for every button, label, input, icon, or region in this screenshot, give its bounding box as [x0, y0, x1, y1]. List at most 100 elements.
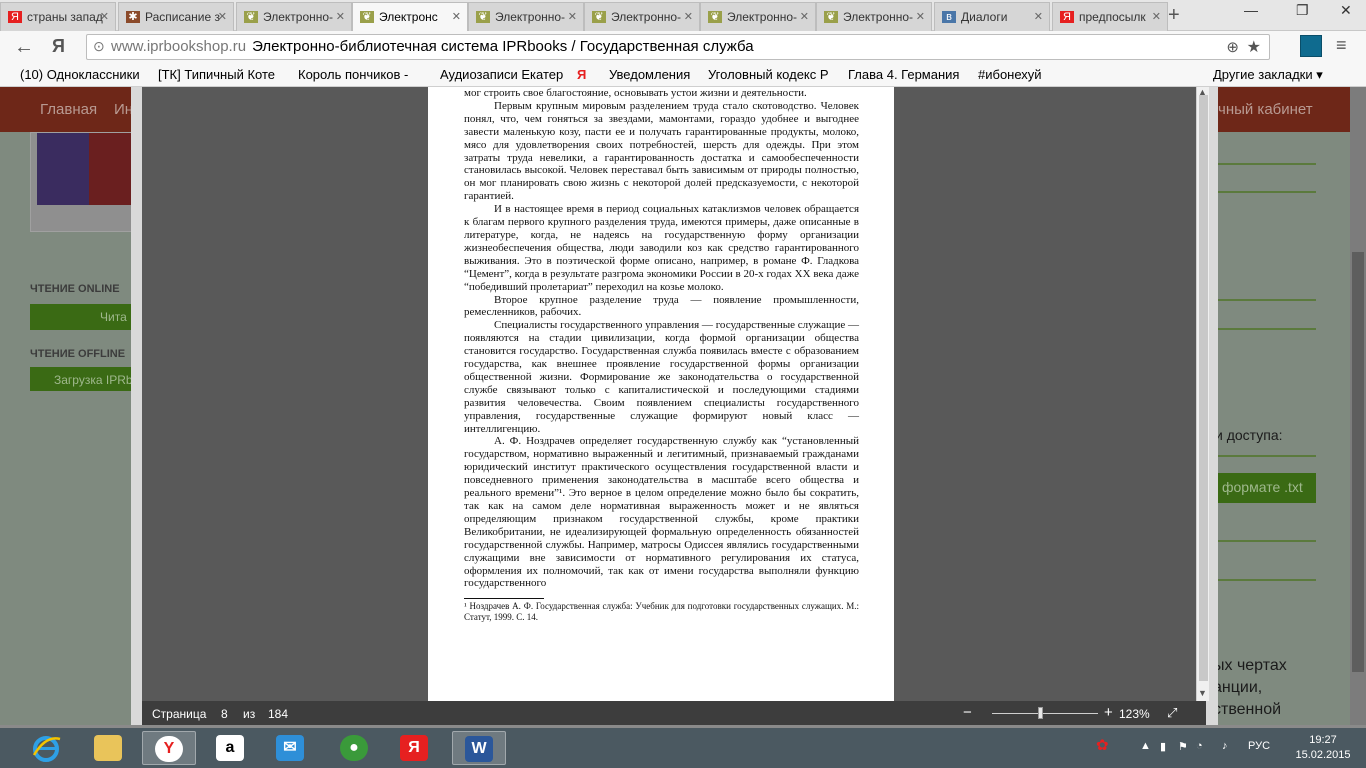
tab[interactable]: в Диалоги ✕	[934, 2, 1050, 31]
tab[interactable]: ❦ Электронно- ✕	[584, 2, 700, 31]
bookmark-item[interactable]: Уведомления	[609, 67, 690, 82]
tab-label: Электронно-	[495, 10, 566, 24]
yandex-logo-icon[interactable]: Я	[52, 36, 65, 57]
tab-favicon-icon: ❦	[824, 11, 838, 23]
scroll-thumb[interactable]	[1352, 252, 1364, 672]
page-number-input[interactable]: 8	[221, 707, 228, 721]
tab[interactable]: ❦ Электронно- ✕	[468, 2, 584, 31]
bookmark-item[interactable]: Король пончиков -	[298, 67, 408, 82]
chrome-icon: ●	[340, 735, 368, 761]
zoom-value: 123%	[1119, 707, 1150, 721]
tab[interactable]: Ястраны запад ✕	[0, 2, 116, 31]
yandex-icon: Я	[400, 735, 428, 761]
chrome-taskbar-button[interactable]: ●	[328, 731, 382, 765]
cover-image	[37, 133, 141, 205]
other-bookmarks[interactable]: Другие закладки ▾	[1213, 67, 1323, 83]
nav-home[interactable]: Главная	[40, 101, 97, 118]
mail-taskbar-button[interactable]: ✉	[264, 731, 318, 765]
zoom-in-icon[interactable]: +	[1104, 704, 1113, 721]
reader-scrollbar[interactable]: ▲ ▼	[1196, 87, 1209, 701]
zoom-slider-handle[interactable]	[1038, 707, 1043, 719]
address-bar[interactable]: ⊙ www.iprbookshop.ru Электронно-библиотеч…	[86, 34, 1270, 60]
restore-icon[interactable]: ❐	[1296, 2, 1309, 19]
tab-close-icon[interactable]: ✕	[1152, 10, 1161, 23]
scroll-down-icon[interactable]: ▼	[1198, 688, 1207, 698]
fit-page-icon[interactable]: ⤢	[1167, 705, 1177, 721]
divider	[1218, 299, 1316, 301]
tab-label: Электронно-	[843, 10, 914, 24]
minimize-icon[interactable]: —	[1244, 2, 1258, 18]
document-paragraph: А. Ф. Ноздрачев определяет государственн…	[464, 435, 859, 590]
close-window-icon[interactable]: ✕	[1340, 2, 1352, 19]
bookmark-item[interactable]: Уголовный кодекс Р	[708, 67, 829, 82]
tab[interactable]: ✱ Расписание з ✕	[118, 2, 234, 31]
tab[interactable]: ❦ Электронно- ✕	[236, 2, 352, 31]
page-scrollbar[interactable]	[1350, 87, 1366, 725]
tab-favicon-icon: Я	[1060, 11, 1074, 23]
tab-favicon-icon: в	[942, 11, 956, 23]
of-label: из	[243, 707, 256, 721]
tray-expand-icon[interactable]: ▲	[1140, 740, 1151, 752]
flag-icon[interactable]: ⚑	[1178, 740, 1188, 753]
reader-scroll-thumb[interactable]	[1199, 95, 1208, 681]
read-online-button[interactable]: Чита	[30, 304, 140, 330]
tab-close-icon[interactable]: ✕	[452, 10, 461, 23]
bookmark-item[interactable]: Аудиозаписи Екатер	[440, 67, 563, 82]
yandex-browser-taskbar-button[interactable]: Y	[142, 731, 196, 765]
right-text: анции,	[1213, 679, 1263, 696]
keyboard-language[interactable]: РУС	[1248, 740, 1270, 752]
tab-close-icon[interactable]: ✕	[100, 10, 109, 23]
nav-cabinet[interactable]: чный кабинет	[1218, 101, 1313, 118]
tab-close-icon[interactable]: ✕	[336, 10, 345, 23]
page-total: 184	[268, 707, 289, 721]
bookmarks-bar: (10) Одноклассники [ТК] Типичный Коте Ко…	[0, 63, 1366, 87]
tab-label: предпосылк	[1079, 10, 1146, 24]
document-paragraph: И в настоящее время в период социальных …	[464, 203, 859, 293]
word-taskbar-button[interactable]: W	[452, 731, 506, 765]
txt-format-button[interactable]: формате .txt	[1215, 473, 1316, 503]
volume-icon[interactable]: ♪	[1222, 740, 1228, 752]
tab-close-icon[interactable]: ✕	[916, 10, 925, 23]
bookmark-item[interactable]: #ибонехуй	[978, 67, 1042, 82]
yandex-taskbar-button[interactable]: Я	[388, 731, 442, 765]
new-tab-button[interactable]: +	[1168, 4, 1180, 27]
tab-label: Электронно-	[727, 10, 798, 24]
yandex-browser-icon: Y	[155, 736, 183, 762]
zoom-slider[interactable]	[992, 713, 1098, 714]
tab-favicon-icon: ❦	[244, 11, 258, 23]
tab[interactable]: ❦ Электронно- ✕	[700, 2, 816, 31]
bookmark-star-icon[interactable]: ★	[1247, 37, 1261, 57]
tab-strip: Ястраны запад ✕ ✱ Расписание з ✕ ❦ Электронно-…	[0, 0, 1366, 31]
page-info-icon[interactable]: ⊙	[93, 38, 105, 55]
ie-start-icon[interactable]	[30, 733, 62, 763]
download-button[interactable]: Загрузка IPRb	[30, 367, 140, 391]
back-arrow-icon[interactable]: ←	[14, 36, 34, 59]
zoom-out-icon[interactable]: −	[963, 704, 972, 721]
magnifier-icon[interactable]: ⊕	[1226, 38, 1239, 56]
divider	[1218, 191, 1316, 193]
network-signal-icon[interactable]: ▮	[1160, 740, 1166, 753]
tab[interactable]: ❦ Электронно- ✕	[816, 2, 932, 31]
tab-close-icon[interactable]: ✕	[568, 10, 577, 23]
pdf-reader: мог строить свое благостояние, основыват…	[131, 87, 1218, 725]
tab-close-icon[interactable]: ✕	[1034, 10, 1043, 23]
word-icon: W	[465, 736, 493, 762]
yandex-bookmark-icon[interactable]: Я	[577, 67, 586, 82]
amazon-taskbar-button[interactable]: a	[204, 731, 258, 765]
clock[interactable]: 19:27 15.02.2015	[1290, 733, 1356, 763]
tab-close-icon[interactable]: ✕	[800, 10, 809, 23]
tab[interactable]: Япредпосылк ✕	[1052, 2, 1168, 31]
bookmark-item[interactable]: [ТК] Типичный Коте	[158, 67, 275, 82]
bookmark-item[interactable]: (10) Одноклассники	[20, 67, 140, 82]
explorer-taskbar-button[interactable]	[82, 731, 136, 765]
tab[interactable]: ❦ Электронс ✕	[352, 2, 468, 31]
address-title: Электронно-библиотечная система IPRbooks…	[252, 38, 754, 55]
bookmark-item[interactable]: Глава 4. Германия	[848, 67, 959, 82]
menu-icon[interactable]: ≡	[1336, 35, 1347, 56]
right-text: ых чертах	[1213, 657, 1287, 674]
antivirus-icon[interactable]: ✿	[1096, 736, 1109, 754]
wifi-icon[interactable]: ◔	[1196, 740, 1203, 752]
tab-close-icon[interactable]: ✕	[218, 10, 227, 23]
image-extension-icon[interactable]	[1300, 35, 1322, 57]
tab-close-icon[interactable]: ✕	[684, 10, 693, 23]
